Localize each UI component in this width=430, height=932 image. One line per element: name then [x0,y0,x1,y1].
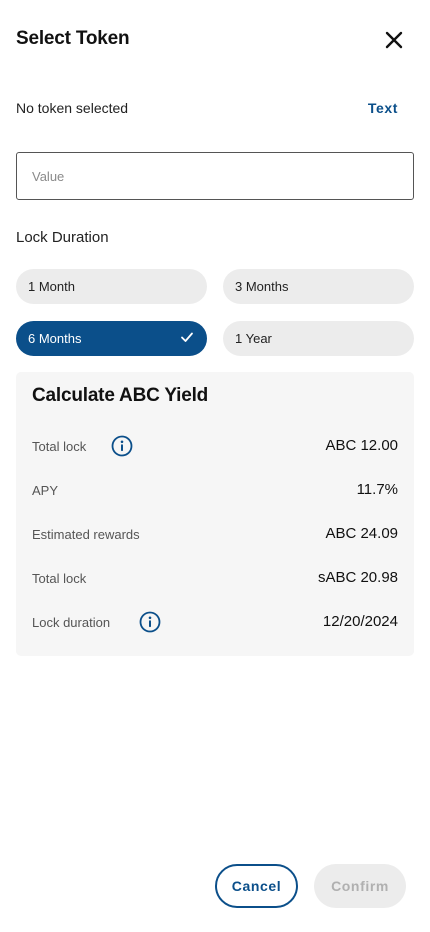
duration-option-1-year[interactable]: 1 Year [223,321,414,356]
token-row: No token selected Text [16,100,414,120]
yield-row-value: 12/20/2024 [322,613,398,630]
yield-row-total-lock-sabc: Total lock sABC 20.98 [32,566,398,590]
yield-card: Calculate ABC Yield Total lock ABC 12.00… [16,372,414,656]
yield-row-value: ABC 24.09 [325,525,398,542]
yield-row-value: sABC 20.98 [317,569,398,586]
close-icon [385,31,403,49]
yield-row-estimated-rewards: Estimated rewards ABC 24.09 [32,522,398,546]
yield-row-label: APY [32,483,59,498]
duration-option-label: 6 Months [28,331,82,346]
duration-option-label: 1 Month [28,279,75,294]
duration-option-label: 1 Year [235,331,272,346]
duration-option-3-months[interactable]: 3 Months [223,269,414,304]
info-icon[interactable] [139,611,161,633]
yield-row-apy: APY 11.7% [32,478,398,502]
yield-row-label: Estimated rewards [32,527,140,542]
duration-option-label: 3 Months [235,279,289,294]
token-text-link[interactable]: Text [368,100,398,116]
page-title: Select Token [16,28,130,49]
yield-row-value: 11.7% [356,481,398,498]
close-button[interactable] [380,26,408,54]
check-icon [181,332,193,342]
header: Select Token [16,26,414,56]
info-icon[interactable] [111,435,133,457]
yield-card-title: Calculate ABC Yield [32,385,209,406]
cancel-button[interactable]: Cancel [215,864,298,908]
yield-row-total-lock: Total lock ABC 12.00 [32,434,398,458]
yield-row-value: ABC 12.00 [325,437,398,454]
duration-option-6-months[interactable]: 6 Months [16,321,207,356]
confirm-button[interactable]: Confirm [314,864,406,908]
yield-row-label: Total lock [32,571,87,586]
yield-row-label: Lock duration [32,615,111,630]
yield-row-label: Total lock [32,439,87,454]
lock-duration-label: Lock Duration [16,229,109,246]
duration-option-1-month[interactable]: 1 Month [16,269,207,304]
select-token-sheet: Select Token No token selected Text Lock… [0,0,430,932]
yield-row-lock-duration: Lock duration 12/20/2024 [32,610,398,634]
value-input[interactable] [16,152,414,200]
token-status: No token selected [16,100,129,116]
